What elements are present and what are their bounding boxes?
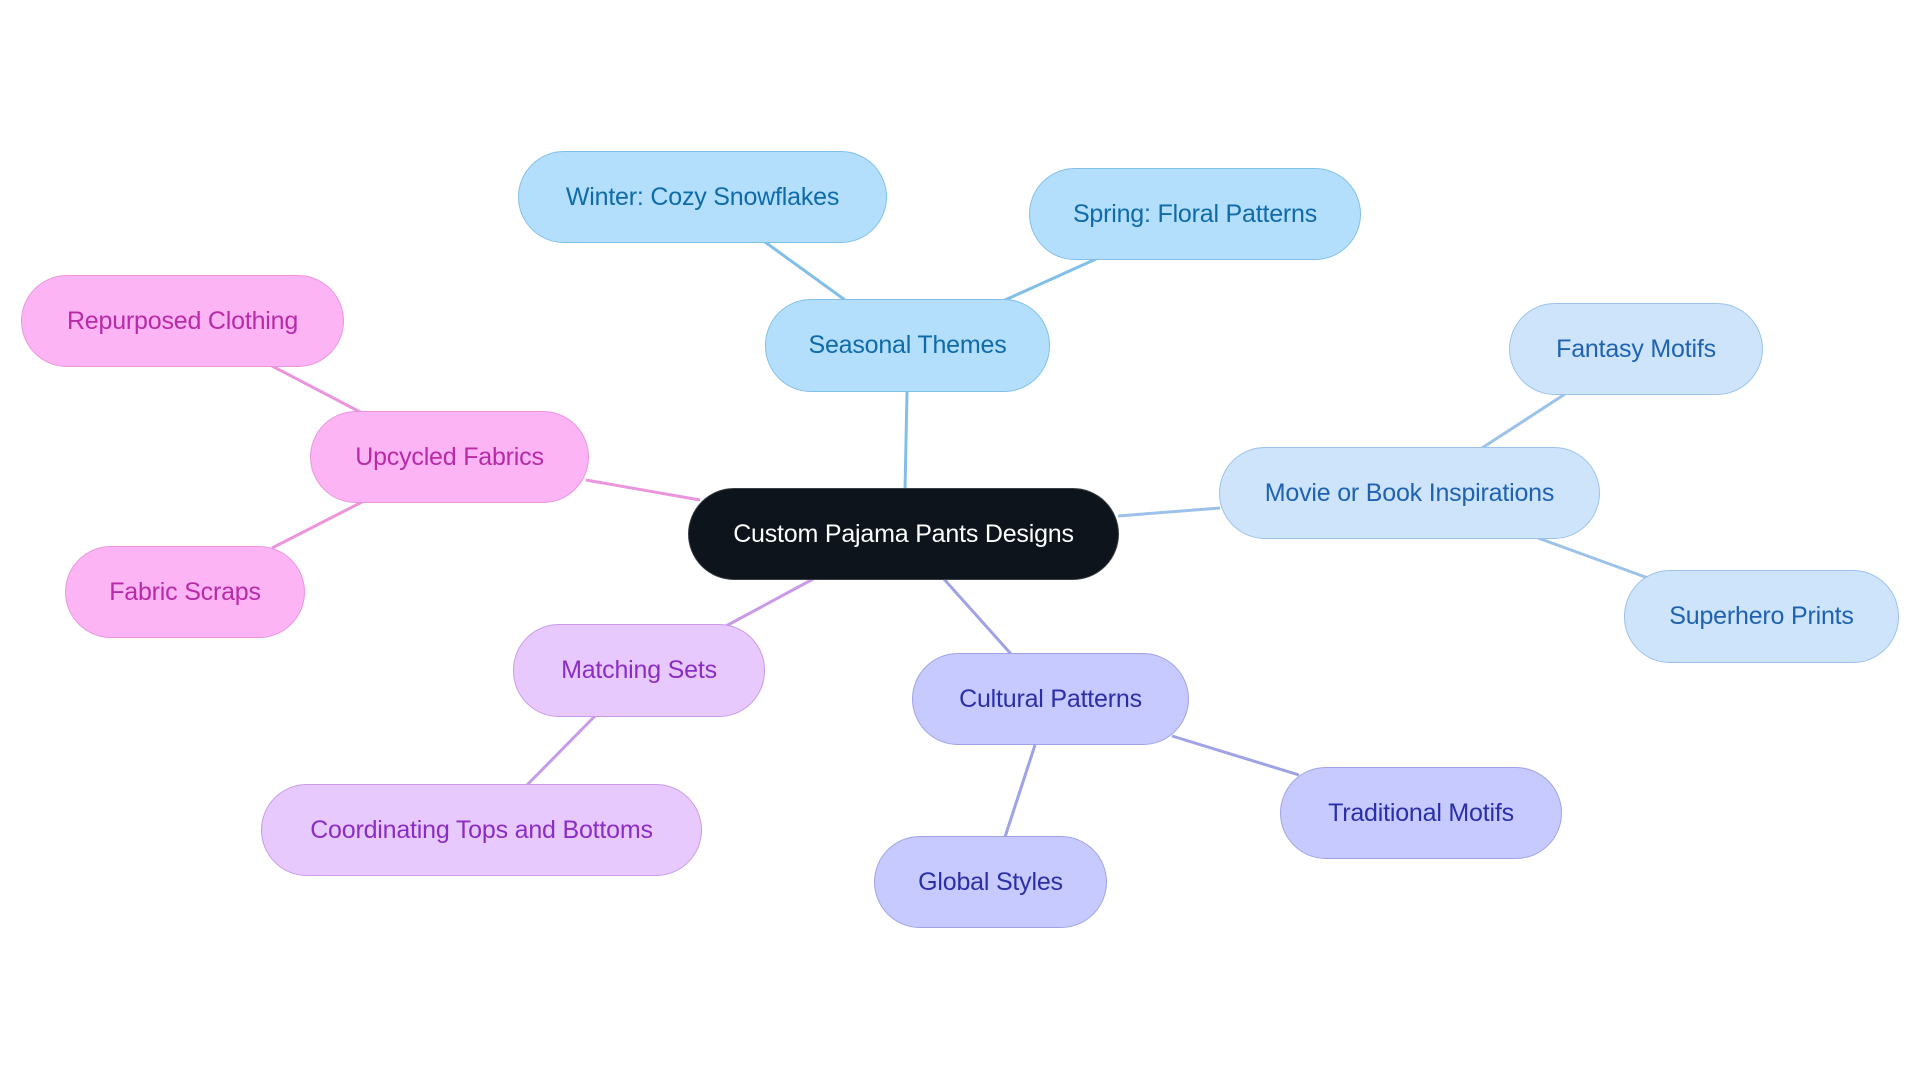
edge-cultural-traditional: [1171, 734, 1300, 777]
node-superhero-prints[interactable]: Superhero Prints: [1624, 570, 1899, 663]
edge-seasonal-spring: [1004, 257, 1097, 302]
node-seasonal-themes[interactable]: Seasonal Themes: [765, 299, 1050, 392]
edge-root-matching: [725, 576, 816, 628]
edge-movie-superhero: [1537, 536, 1649, 580]
edge-movie-fantasy: [1481, 392, 1566, 450]
edge-root-movie: [1117, 506, 1221, 518]
node-cultural-patterns[interactable]: Cultural Patterns: [912, 653, 1189, 745]
node-movie-or-book-inspirations[interactable]: Movie or Book Inspirations: [1219, 447, 1600, 539]
node-upcycled-fabrics[interactable]: Upcycled Fabrics: [310, 411, 589, 503]
edge-cultural-global: [1003, 744, 1037, 838]
node-spring-floral-patterns[interactable]: Spring: Floral Patterns: [1029, 168, 1361, 260]
node-fabric-scraps[interactable]: Fabric Scraps: [65, 546, 305, 638]
node-matching-sets[interactable]: Matching Sets: [513, 624, 765, 717]
root-node[interactable]: Custom Pajama Pants Designs: [688, 488, 1119, 580]
edge-seasonal-winter: [764, 240, 846, 302]
edge-matching-coordinating: [525, 714, 597, 787]
edge-root-cultural: [941, 576, 1013, 656]
node-global-styles[interactable]: Global Styles: [874, 836, 1107, 928]
edge-upcycled-scraps: [271, 500, 363, 550]
edge-root-upcycled: [585, 478, 701, 502]
node-coordinating-tops-and-bottoms[interactable]: Coordinating Tops and Bottoms: [261, 784, 702, 876]
node-repurposed-clothing[interactable]: Repurposed Clothing: [21, 275, 344, 367]
edge-root-seasonal: [903, 391, 909, 491]
edge-upcycled-repurposed: [271, 364, 363, 415]
node-fantasy-motifs[interactable]: Fantasy Motifs: [1509, 303, 1763, 395]
node-traditional-motifs[interactable]: Traditional Motifs: [1280, 767, 1562, 859]
node-winter-cozy-snowflakes[interactable]: Winter: Cozy Snowflakes: [518, 151, 887, 243]
